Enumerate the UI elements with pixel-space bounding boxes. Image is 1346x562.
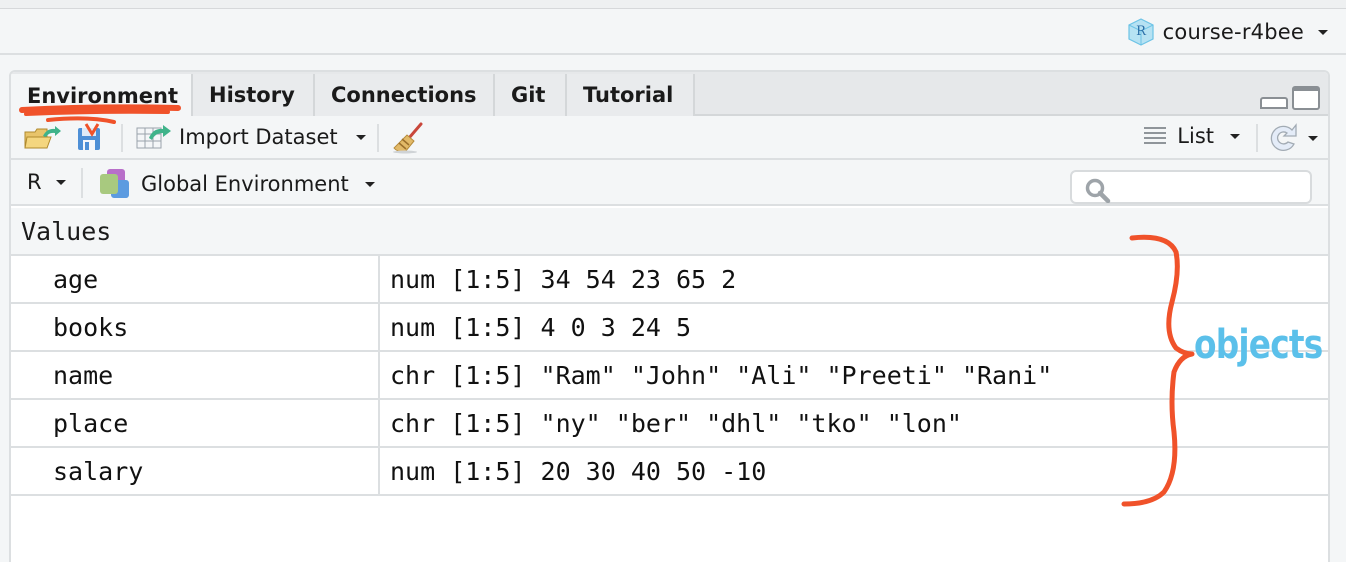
object-name: salary	[11, 448, 380, 494]
tab-history[interactable]: History	[193, 74, 315, 116]
project-name: course-r4bee	[1162, 20, 1304, 44]
tab-connections[interactable]: Connections	[315, 74, 495, 116]
object-name: name	[11, 352, 380, 398]
tab-label: Tutorial	[583, 83, 674, 107]
chevron-down-icon	[1308, 135, 1318, 141]
tab-git[interactable]: Git	[495, 74, 567, 116]
list-lines-icon	[1144, 127, 1167, 144]
object-value: num [1:5] 4 0 3 24 5	[390, 312, 692, 342]
environment-layers-icon	[100, 169, 129, 198]
tab-tutorial[interactable]: Tutorial	[567, 74, 695, 116]
toolbar-separator	[81, 168, 83, 198]
window-top-strip	[0, 0, 1346, 9]
save-disk-icon	[78, 128, 100, 150]
table-row[interactable]: name chr [1:5] "Ram" "John" "Ali" "Preet…	[11, 352, 1328, 400]
table-row[interactable]: place chr [1:5] "ny" "ber" "dhl" "tko" "…	[11, 400, 1328, 448]
refresh-button[interactable]	[1268, 122, 1318, 154]
tab-label: Connections	[331, 83, 477, 107]
table-row[interactable]: books num [1:5] 4 0 3 24 5	[11, 304, 1328, 352]
chevron-down-icon	[1230, 133, 1240, 139]
save-workspace-button[interactable]	[75, 124, 103, 152]
import-dataset-button[interactable]: Import Dataset	[135, 122, 366, 152]
open-folder-icon	[24, 126, 61, 149]
values-table: age num [1:5] 34 54 23 65 2 books num [1…	[11, 256, 1328, 496]
values-section-label: Values	[21, 216, 112, 246]
tab-label: Git	[511, 83, 546, 107]
object-name: age	[11, 256, 380, 302]
chevron-down-icon	[355, 134, 366, 140]
chevron-down-icon	[55, 179, 66, 185]
object-name: place	[11, 400, 380, 446]
table-row[interactable]: age num [1:5] 34 54 23 65 2	[11, 256, 1328, 304]
tab-environment[interactable]: Environment	[11, 74, 193, 118]
clear-workspace-button[interactable]	[391, 122, 425, 154]
object-value: num [1:5] 20 30 40 50 -10	[390, 456, 767, 486]
refresh-icon	[1270, 123, 1297, 151]
environment-toolbar: Import Dataset List	[11, 116, 1328, 160]
toolbar-separator	[1256, 124, 1258, 152]
values-section-header[interactable]: Values	[11, 208, 1328, 256]
r-project-cube-icon: R	[1128, 18, 1154, 46]
object-value: num [1:5] 34 54 23 65 2	[390, 264, 737, 294]
minimize-pane-button[interactable]	[1260, 97, 1288, 109]
table-row[interactable]: salary num [1:5] 20 30 40 50 -10	[11, 448, 1328, 496]
chevron-down-icon	[1318, 29, 1328, 35]
environment-pane: Environment History Connections Git Tuto…	[9, 70, 1330, 562]
maximize-pane-button[interactable]	[1292, 86, 1320, 110]
language-dropdown[interactable]: R	[27, 170, 66, 194]
environment-dropdown[interactable]: Global Environment	[97, 168, 375, 200]
environment-label: Global Environment	[141, 172, 349, 196]
project-bar: R course-r4bee	[0, 9, 1346, 55]
svg-text:R: R	[1136, 24, 1147, 39]
object-name: books	[11, 304, 380, 350]
search-icon	[1085, 178, 1111, 203]
pane-window-controls	[1260, 86, 1320, 110]
import-table-icon	[136, 125, 171, 149]
view-mode-dropdown[interactable]: List	[1143, 124, 1240, 148]
chevron-down-icon	[364, 181, 375, 187]
object-value: chr [1:5] "Ram" "John" "Ali" "Preeti" "R…	[390, 360, 1053, 390]
import-dataset-label: Import Dataset	[179, 125, 338, 149]
view-mode-label: List	[1177, 124, 1214, 148]
object-value: chr [1:5] "ny" "ber" "dhl" "tko" "lon"	[390, 408, 962, 438]
pane-tabbar: Environment History Connections Git Tuto…	[11, 72, 1328, 118]
project-menu[interactable]: R course-r4bee	[1127, 18, 1328, 46]
environment-selector-bar: R Global Environment	[11, 160, 1328, 206]
environment-search-input[interactable]	[1070, 170, 1312, 204]
toolbar-separator	[377, 124, 379, 152]
tab-label: Environment	[27, 84, 179, 108]
toolbar-separator	[121, 124, 123, 152]
broom-icon	[393, 122, 423, 154]
language-label: R	[27, 170, 42, 194]
load-workspace-button[interactable]	[23, 124, 63, 152]
tab-label: History	[209, 83, 295, 107]
